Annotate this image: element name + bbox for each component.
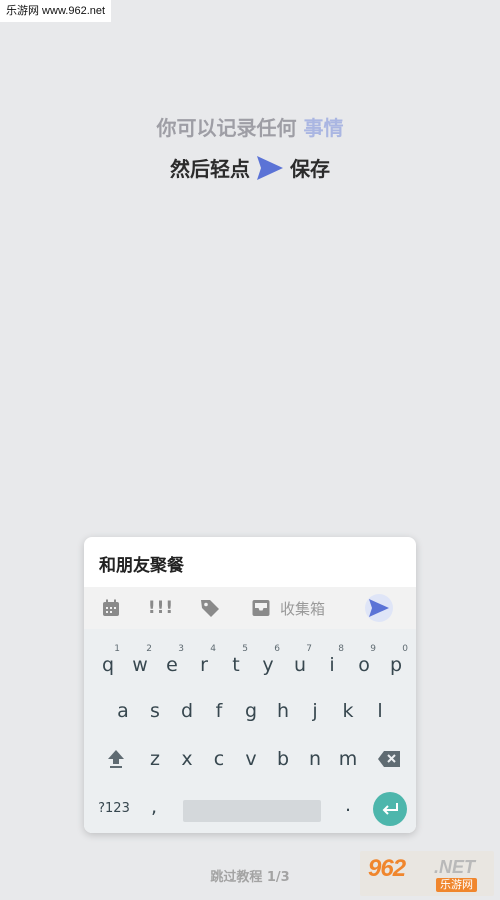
space-bar[interactable] xyxy=(183,800,321,822)
key-u[interactable]: 7u xyxy=(284,644,316,685)
watermark-logo: 962 .NET 乐游网 xyxy=(360,851,494,896)
watermark-brand-net: .NET xyxy=(434,857,476,877)
key-t[interactable]: 5t xyxy=(220,644,252,685)
key-v[interactable]: v xyxy=(235,739,267,779)
backspace-icon xyxy=(378,751,400,767)
key-b[interactable]: b xyxy=(267,739,299,779)
hint-line2-save: 保存 xyxy=(290,157,330,181)
shift-key[interactable] xyxy=(100,739,132,779)
send-icon xyxy=(256,155,284,181)
symbols-key[interactable]: ?123 xyxy=(94,789,134,829)
key-i[interactable]: 8i xyxy=(316,644,348,685)
hint-line1: 你可以记录任何 事情 xyxy=(0,112,500,141)
period-key[interactable]: . xyxy=(332,785,364,825)
key-m[interactable]: m xyxy=(332,739,364,779)
hint-line2-text: 然后轻点 xyxy=(170,157,250,181)
key-z[interactable]: z xyxy=(139,739,171,779)
hint-line1-text: 你可以记录任何 xyxy=(156,116,297,140)
inbox-icon[interactable] xyxy=(249,595,273,621)
task-title-input[interactable] xyxy=(99,549,399,577)
key-p[interactable]: 0p xyxy=(380,644,412,685)
key-l[interactable]: l xyxy=(364,691,396,731)
key-o[interactable]: 9o xyxy=(348,644,380,685)
key-f[interactable]: f xyxy=(203,691,235,731)
watermark-brand-cn: 乐游网 xyxy=(436,878,477,892)
inbox-label[interactable]: 收集箱 xyxy=(280,598,325,619)
key-y[interactable]: 6y xyxy=(252,644,284,685)
key-g[interactable]: g xyxy=(235,691,267,731)
key-d[interactable]: d xyxy=(171,691,203,731)
tag-icon[interactable] xyxy=(198,595,222,621)
send-button[interactable] xyxy=(365,594,393,622)
key-x[interactable]: x xyxy=(171,739,203,779)
key-j[interactable]: j xyxy=(299,691,331,731)
key-a[interactable]: a xyxy=(107,691,139,731)
key-e[interactable]: 3e xyxy=(156,644,188,685)
key-n[interactable]: n xyxy=(299,739,331,779)
quick-add-card: !!! 收集箱 1q 2w 3e 4r 5t 6y 7u 8i xyxy=(84,537,416,833)
watermark-brand-num: 962 xyxy=(368,855,406,882)
key-c[interactable]: c xyxy=(203,739,235,779)
hint-line2: 然后轻点 保存 xyxy=(0,153,500,182)
key-k[interactable]: k xyxy=(332,691,364,731)
key-w[interactable]: 2w xyxy=(124,644,156,685)
priority-icon[interactable]: !!! xyxy=(148,595,174,621)
send-icon xyxy=(369,599,389,617)
key-r[interactable]: 4r xyxy=(188,644,220,685)
calendar-icon[interactable] xyxy=(100,595,122,621)
enter-key[interactable] xyxy=(373,792,407,826)
hint-line1-highlight: 事情 xyxy=(303,116,344,140)
task-toolbar: !!! 收集箱 xyxy=(84,587,416,629)
comma-key[interactable]: , xyxy=(138,787,170,827)
watermark-top: 乐游网 www.962.net xyxy=(0,0,112,22)
key-h[interactable]: h xyxy=(267,691,299,731)
backspace-key[interactable] xyxy=(372,739,406,779)
enter-icon xyxy=(382,803,398,815)
soft-keyboard: 1q 2w 3e 4r 5t 6y 7u 8i 9o 0p a s d f g … xyxy=(84,629,416,833)
key-q[interactable]: 1q xyxy=(92,644,124,685)
shift-icon xyxy=(108,750,124,768)
key-s[interactable]: s xyxy=(139,691,171,731)
